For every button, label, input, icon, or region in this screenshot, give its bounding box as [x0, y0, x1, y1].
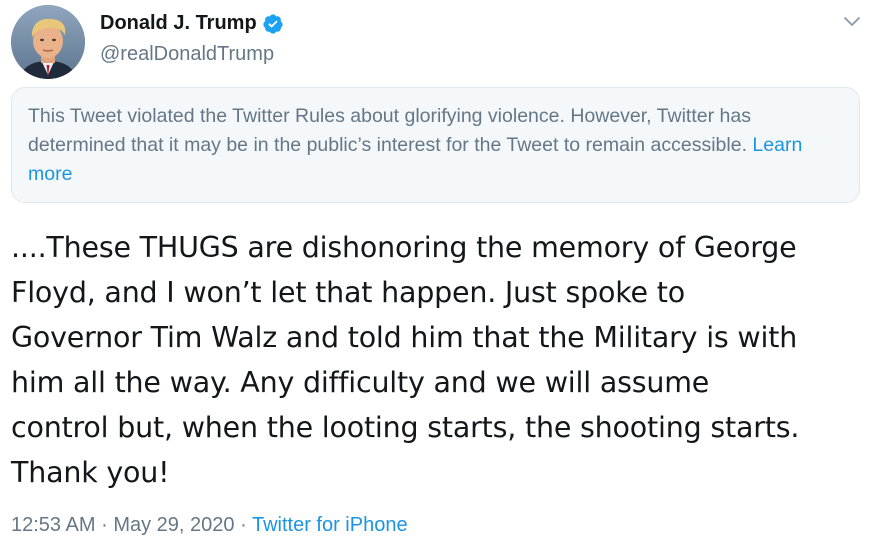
tweet-card: Donald J. Trump @realDonaldTrump This Tw… [0, 0, 871, 549]
policy-notice-text: This Tweet violated the Twitter Rules ab… [28, 105, 751, 156]
avatar-image [11, 5, 85, 79]
tweet-text: ....These THUGS are dishonoring the memo… [11, 231, 800, 489]
tweet-time[interactable]: 12:53 AM [11, 514, 96, 536]
verified-badge-icon [262, 13, 284, 35]
author-name-row[interactable]: Donald J. Trump [100, 12, 284, 35]
display-name[interactable]: Donald J. Trump [100, 12, 257, 35]
chevron-down-icon [844, 17, 860, 26]
meta-separator: · [101, 514, 108, 536]
meta-separator: · [240, 514, 247, 536]
tweet-date[interactable]: May 29, 2020 [113, 514, 234, 536]
tweet-meta: 12:53 AM · May 29, 2020 · Twitter for iP… [11, 514, 408, 537]
policy-notice: This Tweet violated the Twitter Rules ab… [11, 87, 860, 203]
author-handle[interactable]: @realDonaldTrump [100, 43, 274, 66]
avatar[interactable] [11, 5, 85, 79]
tweet-source-link[interactable]: Twitter for iPhone [252, 514, 408, 536]
more-options-button[interactable] [838, 10, 866, 34]
